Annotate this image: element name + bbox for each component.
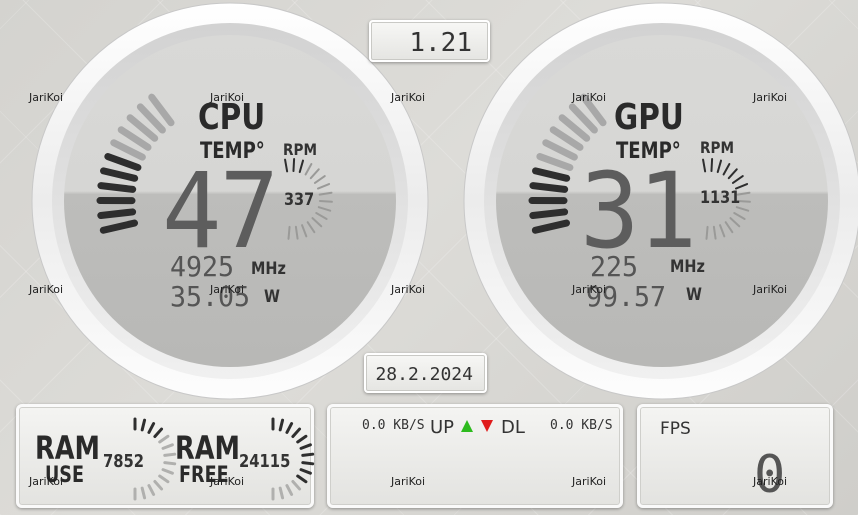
ram-tick xyxy=(153,479,164,491)
cpu-rpm-value: 337 xyxy=(284,190,315,210)
gpu-rpm-label: RPM xyxy=(700,138,734,157)
gpu-clock-value: 225 xyxy=(590,250,639,283)
cpu-temp-tick xyxy=(97,182,137,193)
arrow-up-icon xyxy=(461,420,473,432)
cpu-temp-value: 47 xyxy=(162,150,279,272)
download-speed: 0.0 KB/S xyxy=(550,418,613,433)
cpu-power-unit: W xyxy=(264,287,280,307)
watermark: JariKoi xyxy=(753,91,788,104)
cpu-temp-tick xyxy=(97,208,137,219)
watermark: JariKoi xyxy=(210,283,245,296)
version-value: 1.21 xyxy=(409,28,472,58)
ram-use-arc xyxy=(133,417,177,501)
upload-label: UP xyxy=(430,417,455,438)
gpu-temp-tick xyxy=(529,182,569,193)
ram-tick xyxy=(296,474,308,484)
gpu-temp-tick xyxy=(529,208,569,219)
ram-tick xyxy=(147,422,156,434)
ram-tick xyxy=(285,484,294,496)
cpu-clock-unit: MHz xyxy=(251,259,286,279)
ram-tick xyxy=(278,418,285,432)
watermark: JariKoi xyxy=(572,283,607,296)
network-panel: 0.0 KB/S UP DL 0.0 KB/S xyxy=(327,404,623,508)
date-display: 28.2.2024 xyxy=(364,353,487,393)
version-display: 1.21 xyxy=(369,20,490,62)
ram-panel: RAM USE 7852 RAM FREE 24115 xyxy=(16,404,315,508)
gpu-clock-unit: MHz xyxy=(670,257,705,277)
gpu-temp-value: 31 xyxy=(580,150,697,272)
ram-tick xyxy=(153,427,164,439)
watermark: JariKoi xyxy=(210,475,245,488)
upload-speed: 0.0 KB/S xyxy=(362,418,425,433)
cpu-rpm-tick xyxy=(292,158,296,173)
date-value: 28.2.2024 xyxy=(375,364,473,385)
gpu-rpm-tick xyxy=(705,225,709,240)
ram-tick xyxy=(291,427,302,439)
fps-label: FPS xyxy=(660,419,691,439)
gpu-power-unit: W xyxy=(686,285,702,305)
ram-tick xyxy=(301,461,315,466)
ram-tick xyxy=(285,422,294,434)
cpu-rpm-tick xyxy=(318,199,333,203)
watermark: JariKoi xyxy=(210,91,245,104)
ram-tick xyxy=(140,418,147,432)
watermark: JariKoi xyxy=(572,91,607,104)
ram-tick xyxy=(147,484,156,496)
watermark: JariKoi xyxy=(29,283,64,296)
ram-tick xyxy=(161,443,174,450)
watermark: JariKoi xyxy=(29,91,64,104)
watermark: JariKoi xyxy=(753,283,788,296)
ram-tick xyxy=(163,452,177,457)
ram-tick xyxy=(296,434,308,444)
ram-tick xyxy=(140,486,147,500)
gpu-title: GPU xyxy=(614,97,684,138)
ram-tick xyxy=(299,443,312,450)
download-label: DL xyxy=(501,417,525,438)
ram-tick xyxy=(158,434,170,444)
watermark: JariKoi xyxy=(572,475,607,488)
watermark: JariKoi xyxy=(391,475,426,488)
ram-use-title: RAM xyxy=(35,429,100,467)
cpu-rpm-label: RPM xyxy=(283,140,317,159)
watermark: JariKoi xyxy=(29,475,64,488)
ram-tick xyxy=(161,468,174,475)
arrow-down-icon xyxy=(481,420,493,432)
cpu-rpm-tick xyxy=(287,225,291,240)
watermark: JariKoi xyxy=(391,91,426,104)
gpu-gauge: GPU TEMP° RPM 31 1131 225 MHz 99.57 W xyxy=(462,1,858,401)
ram-tick xyxy=(299,468,312,475)
ram-free-title: RAM xyxy=(175,429,240,467)
ram-tick xyxy=(278,486,285,500)
gpu-rpm-value: 1131 xyxy=(700,188,741,208)
ram-tick xyxy=(301,452,315,457)
gpu-rpm-tick xyxy=(710,158,714,173)
cpu-clock-value: 4925 xyxy=(170,250,235,283)
ram-free-arc xyxy=(271,417,315,501)
ram-tick xyxy=(163,461,177,466)
ram-tick xyxy=(291,479,302,491)
watermark: JariKoi xyxy=(753,475,788,488)
watermark: JariKoi xyxy=(391,283,426,296)
ram-tick xyxy=(158,474,170,484)
fps-panel: FPS 0 xyxy=(637,404,833,508)
